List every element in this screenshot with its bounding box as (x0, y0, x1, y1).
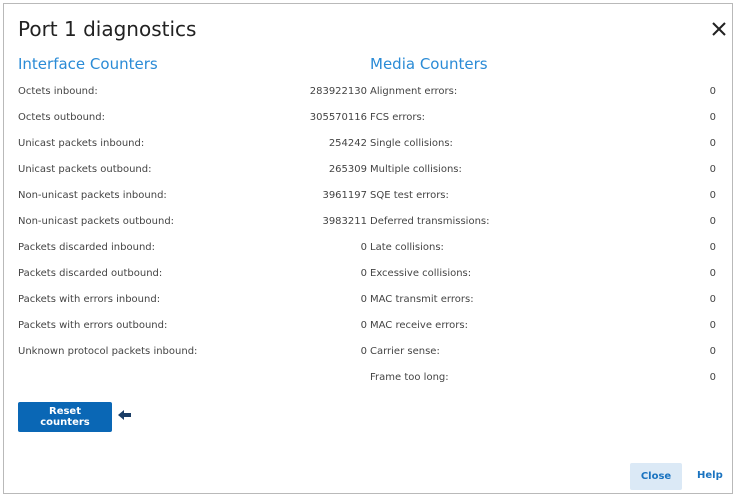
interface-counter-value: 3961197 (322, 190, 367, 201)
interface-counter-label: Octets outbound: (18, 112, 105, 123)
interface-counter-label: Packets discarded inbound: (18, 242, 156, 253)
media-counter-label: Frame too long: (370, 372, 449, 383)
media-counter-value: 0 (709, 346, 716, 357)
media-counter-value: 0 (709, 268, 716, 279)
interface-counter-value: 0 (360, 294, 367, 305)
media-counter-value: 0 (709, 294, 716, 305)
media-counter-row: Excessive collisions: 0 (370, 266, 716, 292)
media-counter-row: Late collisions: 0 (370, 240, 716, 266)
interface-counter-value: 0 (360, 242, 367, 253)
interface-counter-label: Packets with errors outbound: (18, 320, 168, 331)
dialog-title: Port 1 diagnostics (18, 17, 197, 41)
interface-counter-row: Unicast packets outbound: 265309 (18, 162, 367, 188)
interface-counters-heading: Interface Counters (18, 55, 158, 73)
media-counter-row: FCS errors: 0 (370, 110, 716, 136)
interface-counter-label: Octets inbound: (18, 86, 98, 97)
media-counter-label: SQE test errors: (370, 190, 449, 201)
media-counter-value: 0 (709, 216, 716, 227)
media-counter-label: Excessive collisions: (370, 268, 472, 279)
media-counter-value: 0 (709, 138, 716, 149)
close-icon[interactable] (710, 20, 728, 38)
media-counter-value: 0 (709, 112, 716, 123)
media-counter-row: Multiple collisions: 0 (370, 162, 716, 188)
interface-counter-label: Unicast packets outbound: (18, 164, 152, 175)
interface-counter-row: Unknown protocol packets inbound: 0 (18, 344, 367, 370)
interface-counter-label: Unknown protocol packets inbound: (18, 346, 198, 357)
interface-counter-row: Unicast packets inbound: 254242 (18, 136, 367, 162)
media-counter-value: 0 (709, 164, 716, 175)
arrow-left-icon (118, 410, 131, 420)
media-counter-row: Frame too long: 0 (370, 370, 716, 396)
interface-counter-row: Non-unicast packets inbound: 3961197 (18, 188, 367, 214)
interface-counter-label: Unicast packets inbound: (18, 138, 145, 149)
media-counter-value: 0 (709, 242, 716, 253)
media-counter-label: FCS errors: (370, 112, 426, 123)
media-counter-value: 0 (709, 86, 716, 97)
port-diagnostics-dialog: Port 1 diagnostics Interface Counters Me… (3, 3, 733, 494)
media-counters-heading: Media Counters (370, 55, 488, 73)
media-counter-label: Multiple collisions: (370, 164, 462, 175)
interface-counter-row: Octets outbound: 305570116 (18, 110, 367, 136)
interface-counter-value: 283922130 (309, 86, 367, 97)
media-counter-row: SQE test errors: 0 (370, 188, 716, 214)
media-counter-row: Alignment errors: 0 (370, 84, 716, 110)
interface-counter-value: 0 (360, 346, 367, 357)
media-counter-value: 0 (709, 320, 716, 331)
interface-counter-row: Packets discarded inbound: 0 (18, 240, 367, 266)
media-counter-label: Alignment errors: (370, 86, 458, 97)
media-counter-label: MAC receive errors: (370, 320, 468, 331)
media-counter-value: 0 (709, 190, 716, 201)
media-counter-row: MAC transmit errors: 0 (370, 292, 716, 318)
interface-counter-label: Packets discarded outbound: (18, 268, 163, 279)
interface-counter-row: Octets inbound: 283922130 (18, 84, 367, 110)
media-counter-label: Deferred transmissions: (370, 216, 490, 227)
media-counter-row: MAC receive errors: 0 (370, 318, 716, 344)
interface-counter-value: 265309 (328, 164, 367, 175)
media-counters-list: Alignment errors: 0 FCS errors: 0 Single col… (370, 84, 716, 396)
reset-counters-button[interactable]: Reset counters (18, 402, 112, 432)
interface-counter-row: Packets with errors inbound: 0 (18, 292, 367, 318)
media-counter-label: MAC transmit errors: (370, 294, 474, 305)
media-counter-row: Deferred transmissions: 0 (370, 214, 716, 240)
interface-counter-value: 305570116 (309, 112, 367, 123)
media-counter-label: Single collisions: (370, 138, 453, 149)
media-counter-row: Carrier sense: 0 (370, 344, 716, 370)
interface-counter-label: Packets with errors inbound: (18, 294, 161, 305)
interface-counter-row: Packets discarded outbound: 0 (18, 266, 367, 292)
help-link[interactable]: Help (697, 470, 723, 481)
interface-counter-row: Packets with errors outbound: 0 (18, 318, 367, 344)
close-button[interactable]: Close (630, 463, 682, 490)
interface-counter-value: 3983211 (322, 216, 367, 227)
interface-counter-row: Non-unicast packets outbound: 3983211 (18, 214, 367, 240)
interface-counter-value: 0 (360, 268, 367, 279)
interface-counters-list: Octets inbound: 283922130 Octets outbound:… (18, 84, 367, 370)
interface-counter-value: 254242 (328, 138, 367, 149)
media-counter-label: Carrier sense: (370, 346, 440, 357)
interface-counter-label: Non-unicast packets outbound: (18, 216, 175, 227)
interface-counter-value: 0 (360, 320, 367, 331)
media-counter-label: Late collisions: (370, 242, 444, 253)
media-counter-row: Single collisions: 0 (370, 136, 716, 162)
media-counter-value: 0 (709, 372, 716, 383)
interface-counter-label: Non-unicast packets inbound: (18, 190, 167, 201)
